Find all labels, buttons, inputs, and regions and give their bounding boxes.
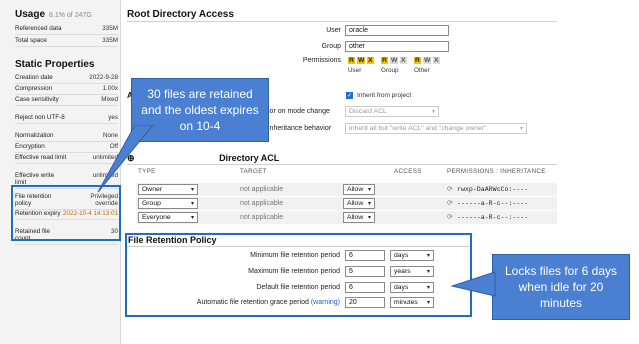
acl-title: Directory ACL <box>219 153 280 163</box>
perm-user-read[interactable]: R <box>348 57 355 64</box>
divider <box>127 164 557 165</box>
chevron-down-icon: ▾ <box>431 109 435 115</box>
perm-user-write[interactable]: W <box>357 57 366 64</box>
acl-target: not applicable <box>240 214 284 221</box>
sync-icon[interactable]: ⟳ <box>447 199 453 207</box>
static-row: Reject non UTF-8 yes <box>15 114 118 124</box>
acl-permissions: rwxp-DaARWcCo:---- <box>457 186 529 193</box>
chevron-down-icon: ▾ <box>190 187 194 193</box>
acl-mode-value: Discard ACL <box>349 108 387 115</box>
acl-header-permissions: PERMISSIONS : INHERITANCE <box>447 168 546 175</box>
usage-subtitle: 8.1% of 247G <box>49 12 92 19</box>
acl-target: not applicable <box>240 200 284 207</box>
perm-user-execute[interactable]: X <box>367 57 374 64</box>
page: Usage 8.1% of 247G Referenced data 335M To… <box>0 0 639 344</box>
acl-inherit-value: Inherit all but "write ACL" and "change … <box>349 125 487 132</box>
perm-other-write[interactable]: W <box>423 57 432 64</box>
acl-mode-label: ior on mode change <box>268 108 330 115</box>
acl-header-access: ACCESS <box>394 168 422 175</box>
perm-group-read[interactable]: R <box>381 57 388 64</box>
chevron-down-icon: ▾ <box>367 187 371 193</box>
perm-group-caption: Group <box>381 67 399 74</box>
acl-access-select[interactable]: Allow ▾ <box>343 198 375 209</box>
chevron-down-icon: ▾ <box>367 215 371 221</box>
retention-policy-highlight <box>125 233 472 317</box>
acl-inherit-select[interactable]: Inherit all but "write ACL" and "change … <box>345 123 527 134</box>
user-label: User <box>326 27 341 34</box>
chevron-down-icon: ▾ <box>519 126 523 132</box>
group-input[interactable]: other <box>345 41 449 52</box>
acl-access-select[interactable]: Allow ▾ <box>343 184 375 195</box>
acl-permissions: ------a-R-c--:---- <box>457 214 529 221</box>
acl-target: not applicable <box>240 186 284 193</box>
perm-group-execute[interactable]: X <box>400 57 407 64</box>
usage-title: Usage 8.1% of 247G <box>15 9 92 20</box>
user-input[interactable]: oracle <box>345 25 449 36</box>
chevron-down-icon: ▾ <box>190 215 194 221</box>
root-access-title: Root Directory Access <box>127 9 234 20</box>
chevron-down-icon: ▾ <box>367 201 371 207</box>
perm-other-execute[interactable]: X <box>433 57 440 64</box>
acl-type-select[interactable]: Everyone ▾ <box>138 212 198 223</box>
acl-type-select[interactable]: Group ▾ <box>138 198 198 209</box>
acl-permissions: ------a-R-c--:---- <box>457 200 529 207</box>
divider <box>127 21 557 22</box>
usage-row-total: Total space 335M <box>15 37 118 47</box>
perm-other-caption: Other <box>414 67 430 74</box>
static-row: Creation date 2022-9-28 <box>15 74 118 84</box>
static-row: Case sensitivity Mixed <box>15 96 118 106</box>
acl-inherit-label: inheritance behavior <box>268 125 332 132</box>
usage-row-referenced: Referenced data 335M <box>15 25 118 35</box>
static-row: Compression 1.00x <box>15 85 118 95</box>
static-properties-title: Static Properties <box>15 59 95 70</box>
group-label: Group <box>321 43 341 50</box>
perm-other-read[interactable]: R <box>414 57 421 64</box>
chevron-down-icon: ▾ <box>190 201 194 207</box>
callout-left-tail <box>97 125 154 193</box>
callout-right: Locks files for 6 days when idle for 20 … <box>492 254 630 320</box>
permissions-label: Permissions <box>302 57 341 64</box>
acl-header-target: TARGET <box>240 168 267 175</box>
acl-mode-select[interactable]: Discard ACL ▾ <box>345 106 439 117</box>
inherit-checkbox[interactable]: ✓ <box>346 92 353 99</box>
sync-icon[interactable]: ⟳ <box>447 213 453 221</box>
callout-right-tail <box>450 271 496 297</box>
perm-group-write[interactable]: W <box>390 57 399 64</box>
sync-icon[interactable]: ⟳ <box>447 185 453 193</box>
perm-user-caption: User <box>348 67 362 74</box>
inherit-label: Inherit from project <box>357 92 412 99</box>
acl-access-select[interactable]: Allow ▾ <box>343 212 375 223</box>
